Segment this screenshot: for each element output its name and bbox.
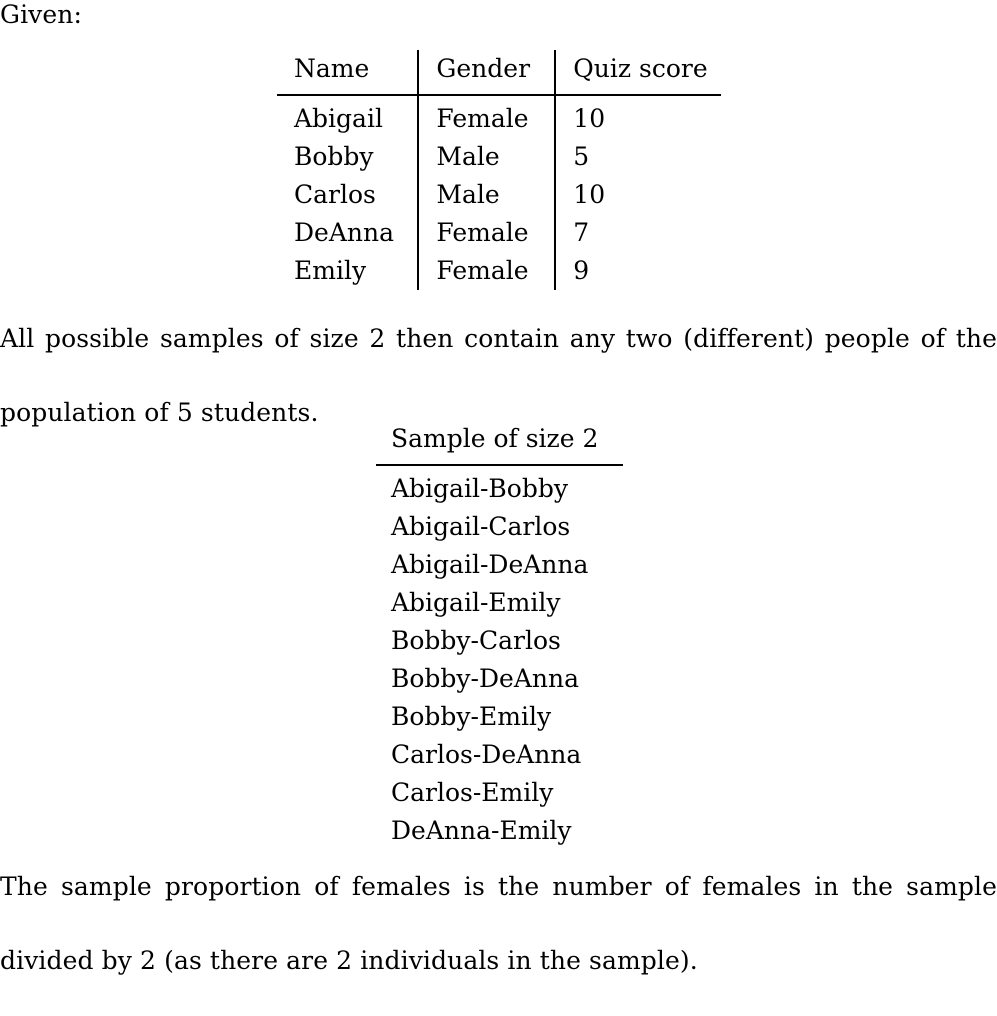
column-header-quiz-score: Quiz score <box>554 50 721 95</box>
cell-sample: Abigail-DeAnna <box>391 550 589 579</box>
paragraph-line: divided by 2 (as there are 2 individuals… <box>0 946 698 975</box>
cell-sample: Abigail-Carlos <box>391 512 571 541</box>
column-header-gender: Gender <box>417 50 556 95</box>
table-row: Carlos-DeAnna <box>376 736 623 774</box>
column-header-sample-of-size-2: Sample of size 2 <box>391 424 599 453</box>
paragraph-line: The sample proportion of females is the … <box>0 872 997 901</box>
table-row: Carlos Male 10 <box>277 176 721 214</box>
cell-sample: Bobby-DeAnna <box>391 664 580 693</box>
cell-sample: Abigail-Bobby <box>391 474 568 503</box>
table-row: Bobby-DeAnna <box>376 660 623 698</box>
table-header-row: Name Gender Quiz score <box>277 50 721 95</box>
paragraph-line: All possible samples of size 2 then cont… <box>0 324 997 353</box>
cell-name: DeAnna <box>294 218 394 247</box>
cell-name: Carlos <box>294 180 376 209</box>
student-data-table: Name Gender Quiz score Abigail Female 10… <box>277 50 721 290</box>
table-row: Emily Female 9 <box>277 252 721 290</box>
cell-score: 5 <box>554 138 721 176</box>
student-table: Name Gender Quiz score Abigail Female 10… <box>277 50 721 290</box>
table-header-row: Sample of size 2 <box>376 420 623 465</box>
samples-table-body: Abigail-Bobby Abigail-Carlos Abigail-DeA… <box>376 465 623 850</box>
table-row: Bobby-Carlos <box>376 622 623 660</box>
cell-score: 9 <box>554 252 721 290</box>
paragraph-sample-proportion: The sample proportion of females is the … <box>0 868 997 1016</box>
samples-table: Sample of size 2 Abigail-Bobby Abigail-C… <box>376 420 623 850</box>
samples-table-header: Sample of size 2 <box>376 420 623 465</box>
cell-sample: Carlos-Emily <box>391 778 554 807</box>
cell-score: 10 <box>554 176 721 214</box>
cell-sample: DeAnna-Emily <box>391 816 572 845</box>
table-row: DeAnna Female 7 <box>277 214 721 252</box>
cell-score: 7 <box>554 214 721 252</box>
cell-gender: Female <box>417 252 556 290</box>
table-row: Abigail Female 10 <box>277 95 721 138</box>
cell-sample: Bobby-Carlos <box>391 626 561 655</box>
cell-gender: Female <box>417 214 556 252</box>
table-row: DeAnna-Emily <box>376 812 623 850</box>
student-table-header: Name Gender Quiz score <box>277 50 721 95</box>
table-row: Abigail-Bobby <box>376 465 623 508</box>
cell-gender: Male <box>417 138 556 176</box>
student-table-body: Abigail Female 10 Bobby Male 5 Carlos Ma… <box>277 95 721 290</box>
table-row: Abigail-Carlos <box>376 508 623 546</box>
table-row: Bobby-Emily <box>376 698 623 736</box>
table-row: Abigail-DeAnna <box>376 546 623 584</box>
column-header-name: Name <box>294 54 370 83</box>
samples-list-table: Sample of size 2 Abigail-Bobby Abigail-C… <box>376 420 623 850</box>
cell-name: Bobby <box>294 142 374 171</box>
document-page: Given: Name Gender Quiz score Abigail Fe… <box>0 0 997 975</box>
cell-sample: Abigail-Emily <box>391 588 561 617</box>
cell-name: Abigail <box>294 104 383 133</box>
table-row: Carlos-Emily <box>376 774 623 812</box>
cell-gender: Female <box>417 95 556 138</box>
cell-sample: Bobby-Emily <box>391 702 552 731</box>
cell-name: Emily <box>294 256 367 285</box>
table-row: Abigail-Emily <box>376 584 623 622</box>
cell-sample: Carlos-DeAnna <box>391 740 582 769</box>
table-row: Bobby Male 5 <box>277 138 721 176</box>
cell-score: 10 <box>554 95 721 138</box>
given-label: Given: <box>0 0 83 29</box>
cell-gender: Male <box>417 176 556 214</box>
